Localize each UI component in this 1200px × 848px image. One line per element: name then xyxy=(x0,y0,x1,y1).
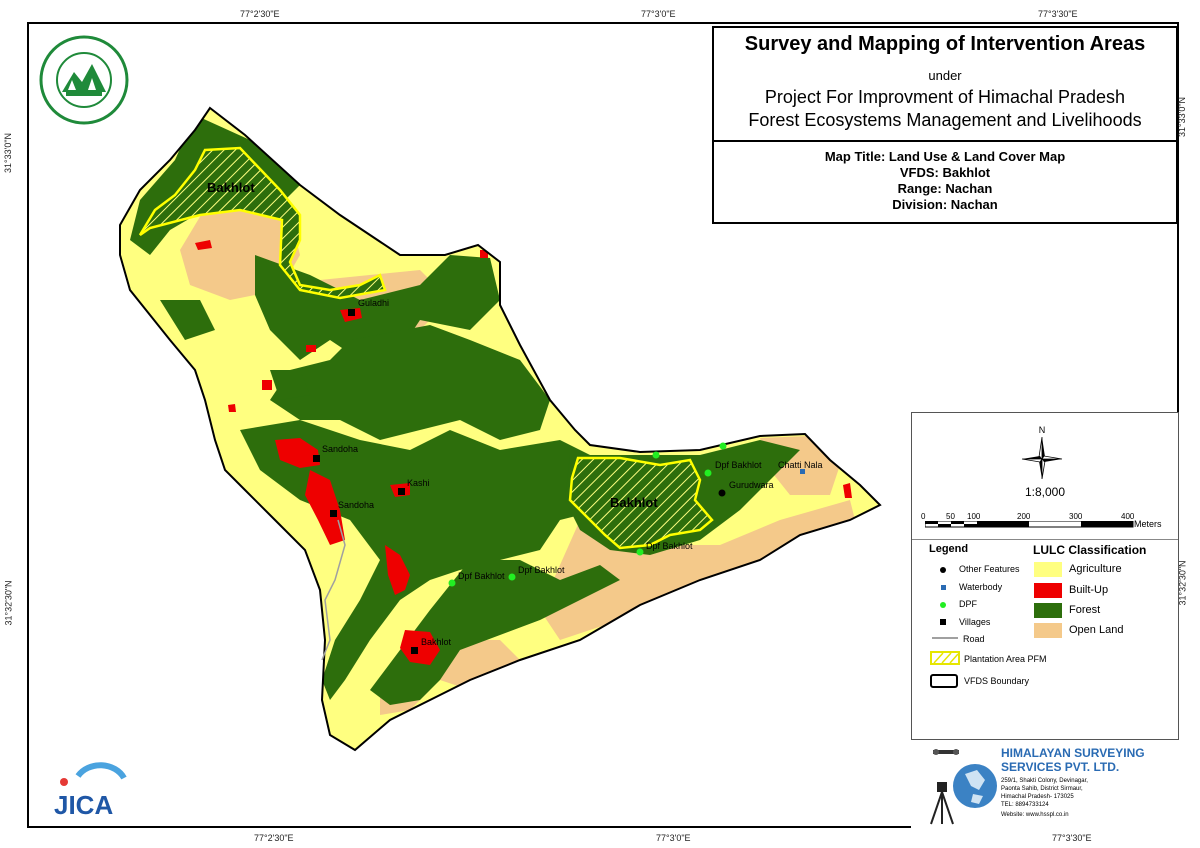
title-divider xyxy=(714,140,1176,142)
lulc-builtup: Built-Up xyxy=(1069,584,1109,596)
company-addr-3: Himachal Pradesh- 173025 xyxy=(1001,794,1074,800)
north-label: N xyxy=(1039,425,1046,435)
company-name-1: HIMALAYAN SURVEYING xyxy=(1001,746,1145,760)
label-gurudwara: Gurudwara xyxy=(729,480,774,490)
legend-other-features: Other Features xyxy=(959,564,1020,574)
village-marker-bakhlot xyxy=(411,647,418,654)
swatch-agriculture xyxy=(1034,562,1062,577)
company-web: Website: www.hsspl.co.in xyxy=(1001,812,1069,818)
dpf-dot xyxy=(636,548,644,556)
label-dpf2: Dpf Bakhlot xyxy=(518,565,565,575)
dpf-dot xyxy=(719,442,727,450)
company-block: HIMALAYAN SURVEYING SERVICES PVT. LTD. 2… xyxy=(911,740,1179,828)
legend-plantation: Plantation Area PFM xyxy=(964,654,1047,664)
map-title: Map Title: Land Use & Land Cover Map xyxy=(824,149,1066,164)
range-name: Range: Nachan xyxy=(897,181,993,196)
north-arrow-icon: N xyxy=(1021,425,1063,479)
label-sandoha1: Sandoha xyxy=(322,444,358,454)
label-bakhlot-village: Bakhlot xyxy=(421,637,452,647)
other-features-icon xyxy=(940,567,946,573)
dpf-dot xyxy=(704,469,712,477)
lulc-forest: Forest xyxy=(1069,604,1101,616)
label-dpf3: Dpf Bakhlot xyxy=(646,541,693,551)
legend-road: Road xyxy=(963,634,985,644)
scale-ratio: 1:8,000 xyxy=(1024,485,1066,499)
company-addr-2: Paonta Sahib, District Sirmaur, xyxy=(1001,786,1083,792)
scale-tick-300: 300 xyxy=(1069,512,1083,521)
forest-department-logo xyxy=(39,35,129,125)
village-icon xyxy=(940,619,946,625)
lulc-agriculture: Agriculture xyxy=(1069,563,1122,575)
title-under: under xyxy=(928,68,962,83)
project-line-1: Project For Improvment of Himachal Prade… xyxy=(764,87,1126,107)
legend-dpf: DPF xyxy=(959,599,977,609)
boundary-icon xyxy=(930,674,958,688)
survey-instrument-logo xyxy=(930,749,997,825)
scale-tick-0: 0 xyxy=(921,512,926,521)
label-dpf4: Dpf Bakhlot xyxy=(715,460,762,470)
company-name-2: SERVICES PVT. LTD. xyxy=(1001,760,1120,774)
legend-villages: Villages xyxy=(959,617,991,627)
label-bakhlot-e: Bakhlot xyxy=(610,495,658,510)
village-marker-sandoha2 xyxy=(330,510,337,517)
waterbody-icon xyxy=(941,585,946,590)
lulc-title: LULC Classification xyxy=(1033,543,1147,557)
company-tel: TEL: 8894733124 xyxy=(1001,802,1049,808)
dpf-dot xyxy=(652,451,660,459)
page-title: Survey and Mapping of Intervention Areas xyxy=(744,33,1146,55)
legend-title: Legend xyxy=(929,543,969,555)
village-marker-sandoha1 xyxy=(313,455,320,462)
label-guladhi: Guladhi xyxy=(358,298,389,308)
plantation-icon xyxy=(930,651,960,665)
scale-unit: Meters xyxy=(1134,519,1162,529)
label-bakhlot-nw: Bakhlot xyxy=(207,180,255,195)
jica-logo: JICA xyxy=(54,762,127,818)
label-sandoha2: Sandoha xyxy=(338,500,374,510)
scale-tick-100: 100 xyxy=(967,512,981,521)
gurudwara-marker xyxy=(718,489,726,497)
project-line-2: Forest Ecosystems Management and Livelih… xyxy=(748,110,1142,130)
dpf-dot xyxy=(508,573,516,581)
scale-tick-400: 400 xyxy=(1121,512,1135,521)
road-icon xyxy=(932,637,958,639)
village-marker-kashi xyxy=(398,488,405,495)
dpf-dot xyxy=(448,579,456,587)
label-chatti-nala: Chatti Nala xyxy=(778,460,823,470)
title-box: Survey and Mapping of Intervention Areas… xyxy=(712,26,1178,224)
lulc-openland: Open Land xyxy=(1069,624,1124,636)
label-kashi: Kashi xyxy=(407,478,430,488)
scale-bar xyxy=(925,521,1134,528)
swatch-forest xyxy=(1034,603,1062,618)
vfds-name: VFDS: Bakhlot xyxy=(899,165,991,180)
scale-tick-200: 200 xyxy=(1017,512,1031,521)
division-name: Division: Nachan xyxy=(892,197,998,212)
swatch-builtup xyxy=(1034,583,1062,598)
legend-panel: N 1:8,000 0 50 100 200 300 400 Meters Le… xyxy=(911,412,1179,740)
village-marker-guladhi xyxy=(348,309,355,316)
legend-boundary: VFDS Boundary xyxy=(964,676,1030,686)
legend-divider xyxy=(912,539,1178,540)
legend-waterbody: Waterbody xyxy=(959,582,1003,592)
jica-text: JICA xyxy=(54,790,113,818)
company-addr-1: 259/1, Shakti Colony, Devinagar, xyxy=(1001,778,1088,784)
dpf-icon xyxy=(940,602,946,608)
scale-tick-50: 50 xyxy=(946,512,955,521)
swatch-openland xyxy=(1034,623,1062,638)
label-dpf1: Dpf Bakhlot xyxy=(458,571,505,581)
